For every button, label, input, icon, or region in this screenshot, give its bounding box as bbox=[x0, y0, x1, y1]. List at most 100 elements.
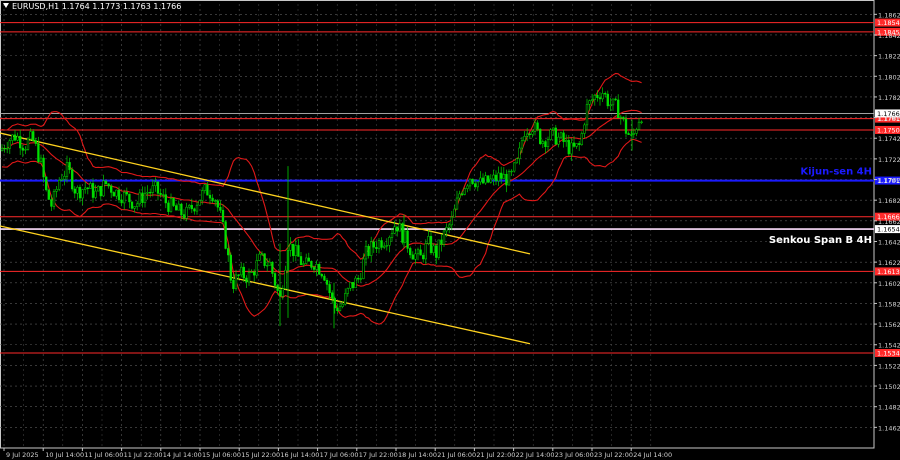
candle-body bbox=[47, 189, 50, 200]
candle-body bbox=[32, 131, 35, 141]
candle-body bbox=[26, 138, 30, 150]
time-tick-label: 14 Jul 14:00 bbox=[163, 451, 202, 459]
candle-body bbox=[94, 190, 97, 198]
candle-body bbox=[414, 253, 417, 260]
candle-body bbox=[175, 205, 178, 211]
price-tick-label: 1.1722 bbox=[878, 156, 900, 164]
candle-body bbox=[71, 169, 74, 190]
candle-body bbox=[156, 181, 160, 194]
candle-body bbox=[541, 141, 544, 144]
candle-body bbox=[104, 180, 108, 185]
candle-body bbox=[440, 239, 443, 245]
level-price-label: 1.1534 bbox=[877, 350, 900, 358]
candle-body bbox=[367, 245, 370, 256]
time-tick-label: 23 Jul 06:00 bbox=[555, 451, 594, 459]
candle-body bbox=[63, 176, 66, 180]
candle-body bbox=[344, 293, 347, 305]
candle-body bbox=[130, 201, 134, 209]
candle-body bbox=[455, 197, 459, 210]
candle-body bbox=[406, 230, 409, 249]
candle-body bbox=[492, 174, 495, 180]
candle-body bbox=[149, 192, 152, 194]
candle-body bbox=[578, 143, 581, 145]
candle-body bbox=[55, 188, 58, 192]
candle-body bbox=[151, 185, 154, 193]
candle-body bbox=[0, 147, 4, 151]
candle-body bbox=[294, 245, 297, 257]
price-tick-label: 1.1682 bbox=[878, 197, 900, 205]
candle-body bbox=[271, 261, 274, 274]
candle-body bbox=[323, 275, 326, 281]
candle-body bbox=[591, 99, 594, 101]
candle-body bbox=[117, 189, 121, 201]
candle-body bbox=[91, 183, 95, 198]
candle-body bbox=[398, 223, 401, 232]
candle-body bbox=[240, 266, 243, 276]
candle-body bbox=[580, 133, 583, 145]
candle-body bbox=[310, 261, 313, 268]
time-tick-label: 11 Jul 22:00 bbox=[124, 451, 163, 459]
candle-body bbox=[110, 185, 113, 193]
candle-body bbox=[471, 178, 474, 184]
candle-body bbox=[86, 187, 89, 189]
dropdown-icon bbox=[3, 3, 9, 8]
candle-body bbox=[216, 200, 219, 208]
symbol-header: EURUSD,H1 1.1764 1.1773 1.1763 1.1766 bbox=[3, 2, 181, 11]
candle-body bbox=[81, 189, 84, 199]
candle-body bbox=[250, 271, 253, 274]
candle-body bbox=[307, 257, 310, 262]
candle-body bbox=[50, 199, 53, 207]
candle-body bbox=[593, 94, 596, 100]
candle-body bbox=[570, 142, 573, 155]
candle-body bbox=[34, 140, 37, 144]
candle-body bbox=[331, 292, 334, 299]
candle-body bbox=[120, 199, 123, 204]
candle-body bbox=[237, 274, 240, 276]
candle-body bbox=[193, 208, 196, 212]
candle-body bbox=[546, 139, 550, 147]
candle-body bbox=[268, 261, 271, 266]
price-tick-label: 1.1622 bbox=[878, 259, 900, 267]
candle-body bbox=[78, 187, 82, 199]
price-tick-label: 1.1802 bbox=[878, 73, 900, 81]
candle-body bbox=[6, 148, 9, 150]
candle-body bbox=[523, 136, 526, 142]
time-tick-label: 23 Jul 22:00 bbox=[594, 451, 633, 459]
candle-body bbox=[481, 177, 485, 184]
candle-body bbox=[463, 188, 466, 195]
candle-body bbox=[39, 157, 43, 162]
candle-body bbox=[466, 185, 469, 189]
price-tick-label: 1.1782 bbox=[878, 94, 900, 102]
candle-body bbox=[182, 214, 186, 219]
price-chart[interactable]: 1.18541.18451.17501.17611.17661.17011.16… bbox=[0, 0, 900, 460]
candle-body bbox=[214, 200, 217, 202]
price-tick-label: 1.1522 bbox=[878, 362, 900, 370]
candle-body bbox=[146, 192, 149, 194]
candle-body bbox=[169, 198, 173, 212]
candle-body bbox=[432, 245, 435, 254]
candle-body bbox=[632, 133, 635, 135]
candle-body bbox=[260, 253, 264, 255]
time-tick-label: 10 Jul 14:00 bbox=[45, 451, 84, 459]
candle-body bbox=[164, 194, 167, 204]
candle-body bbox=[60, 178, 63, 181]
candle-body bbox=[585, 104, 589, 126]
candle-body bbox=[185, 206, 188, 219]
candle-body bbox=[554, 127, 557, 145]
candle-body bbox=[224, 221, 227, 249]
candle-body bbox=[598, 97, 602, 100]
candle-body bbox=[13, 134, 17, 141]
candle-body bbox=[445, 226, 448, 232]
candle-body bbox=[76, 187, 79, 194]
candle-body bbox=[396, 226, 399, 232]
candle-body bbox=[515, 158, 518, 164]
level-price-label: 1.1750 bbox=[877, 126, 900, 134]
candle-body bbox=[442, 230, 446, 245]
candle-body bbox=[112, 192, 115, 197]
candle-body bbox=[107, 183, 110, 187]
candle-body bbox=[328, 284, 331, 294]
candle-body bbox=[89, 183, 92, 189]
candle-body bbox=[354, 277, 357, 289]
candle-body bbox=[229, 254, 232, 281]
candle-body bbox=[284, 269, 287, 289]
